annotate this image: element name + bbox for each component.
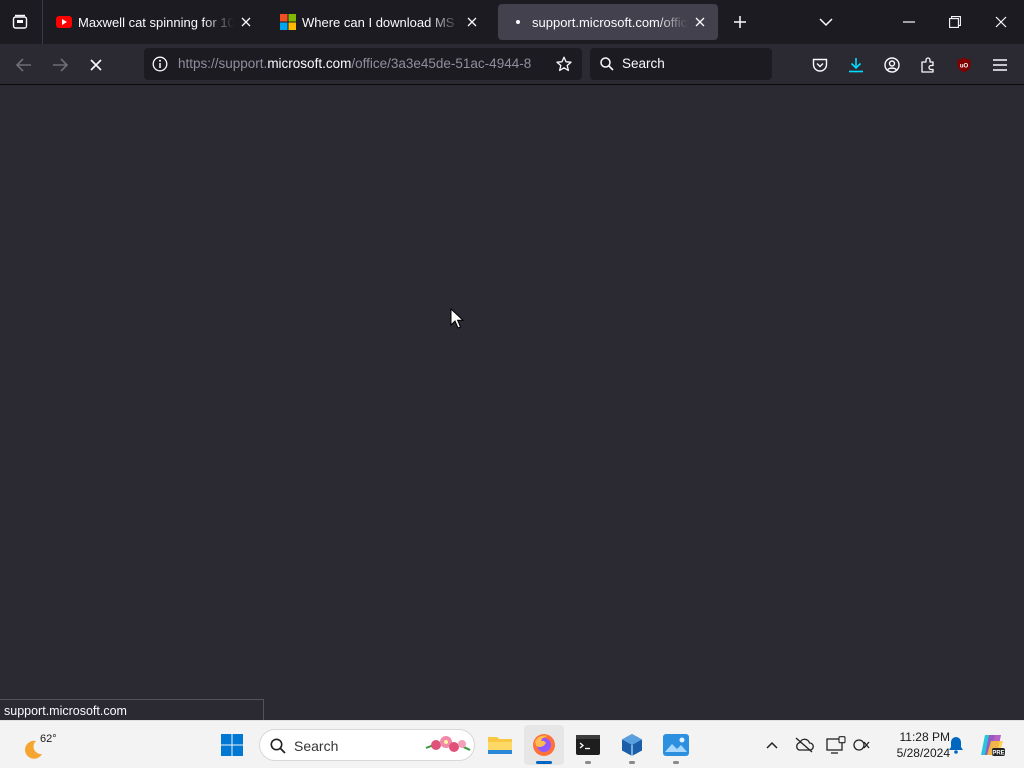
new-tab-icon[interactable]	[728, 10, 752, 34]
weather-widget[interactable]: 62°	[8, 725, 68, 765]
ublock-origin-icon[interactable]: uO	[952, 53, 976, 77]
display-icon	[826, 736, 846, 754]
notifications-button[interactable]	[938, 725, 974, 765]
youtube-icon	[56, 14, 72, 30]
taskbar-search-box[interactable]: Search	[259, 729, 475, 761]
loading-dot-icon	[510, 14, 526, 30]
chevron-up-icon	[766, 741, 778, 749]
photos-icon	[663, 734, 689, 756]
close-icon[interactable]	[238, 14, 254, 30]
running-indicator	[673, 761, 679, 764]
microsoft-icon	[280, 14, 296, 30]
tab-title: Maxwell cat spinning for 10 hours	[78, 14, 234, 30]
search-placeholder: Search	[622, 56, 665, 71]
extensions-icon[interactable]	[916, 53, 940, 77]
start-button[interactable]	[212, 725, 252, 765]
hamburger-menu-icon[interactable]	[988, 53, 1012, 77]
back-icon[interactable]	[12, 53, 36, 77]
mouse-cursor-icon	[450, 307, 465, 330]
windows-logo-icon	[221, 734, 243, 756]
taskbar-search-placeholder: Search	[294, 738, 339, 754]
onedrive-tray[interactable]	[786, 725, 822, 765]
minimize-icon[interactable]	[896, 10, 922, 34]
network-tray[interactable]	[846, 725, 878, 765]
taskbar-virtualbox[interactable]	[612, 725, 652, 765]
navigation-toolbar: https://support.microsoft.com/office/3a3…	[0, 44, 1024, 85]
address-bar[interactable]: https://support.microsoft.com/office/3a3…	[144, 48, 582, 80]
tab-divider	[42, 0, 43, 44]
taskbar-firefox[interactable]	[524, 725, 564, 765]
copilot-button[interactable]: PRE	[972, 725, 1012, 765]
tab-title: Where can I download MS Office	[302, 14, 460, 30]
tab-list-chevron-icon[interactable]	[814, 10, 838, 34]
copilot-icon: PRE	[981, 735, 1005, 757]
file-explorer-icon	[488, 737, 512, 754]
tab-strip: Maxwell cat spinning for 10 hours Where …	[0, 0, 1024, 44]
virtualbox-icon	[622, 734, 642, 756]
search-icon	[270, 738, 286, 759]
bookmark-star-icon[interactable]	[554, 54, 574, 74]
url-text[interactable]: https://support.microsoft.com/office/3a3…	[178, 56, 544, 71]
tab-microsoft-answers[interactable]: Where can I download MS Office	[268, 4, 490, 40]
search-icon	[599, 56, 615, 72]
pocket-icon[interactable]	[808, 53, 832, 77]
forward-icon[interactable]	[48, 53, 72, 77]
bell-icon	[949, 737, 963, 754]
onedrive-icon	[795, 737, 814, 753]
tab-support-microsoft[interactable]: support.microsoft.com/office/3a3e45de-51…	[498, 4, 718, 40]
stop-loading-icon[interactable]	[84, 53, 108, 77]
firefox-icon	[533, 734, 555, 756]
taskbar-terminal[interactable]	[568, 725, 608, 765]
site-info-icon[interactable]	[152, 56, 168, 72]
taskbar-photos[interactable]	[656, 725, 696, 765]
status-link-preview: support.microsoft.com	[0, 699, 264, 721]
tab-youtube[interactable]: Maxwell cat spinning for 10 hours	[44, 4, 264, 40]
close-icon[interactable]	[464, 14, 480, 30]
running-indicator	[629, 761, 635, 764]
search-highlight-flowers-icon	[424, 734, 472, 763]
terminal-icon	[576, 735, 600, 755]
search-bar[interactable]: Search	[590, 48, 772, 80]
account-icon[interactable]	[880, 53, 904, 77]
page-content	[0, 85, 1024, 720]
firefox-view-icon[interactable]	[8, 10, 32, 34]
taskbar-file-explorer[interactable]	[480, 725, 520, 765]
network-icon	[853, 739, 870, 751]
downloads-icon[interactable]	[844, 53, 868, 77]
svg-text:uO: uO	[960, 64, 969, 70]
close-icon[interactable]	[692, 14, 708, 30]
weather-temperature: 62°	[40, 733, 57, 745]
tab-title: support.microsoft.com/office/3a3e45de-51…	[532, 14, 688, 30]
url-prefix: https://support.	[178, 56, 268, 71]
running-indicator	[585, 761, 591, 764]
url-path: /office/3a3e45de-51ac-4944-8	[351, 56, 532, 71]
url-domain: microsoft.com	[267, 56, 352, 71]
svg-text:PRE: PRE	[992, 751, 1004, 757]
running-indicator	[536, 761, 552, 764]
close-window-icon[interactable]	[988, 10, 1014, 34]
windows-taskbar: 62° Search 11:28 PM 5/28/2024 PRE	[0, 720, 1024, 768]
restore-icon[interactable]	[942, 10, 968, 34]
